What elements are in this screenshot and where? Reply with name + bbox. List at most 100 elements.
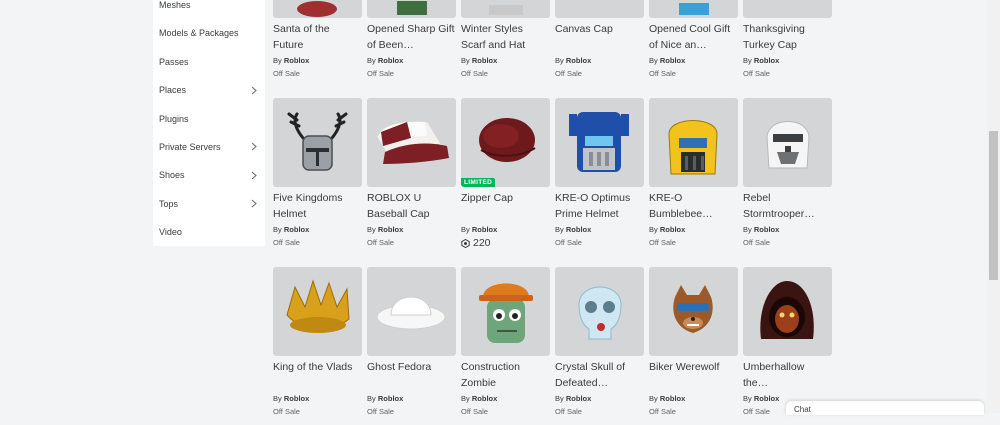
creator-name[interactable]: Roblox <box>378 56 403 65</box>
item-thumbnail[interactable] <box>273 0 362 18</box>
item-name[interactable]: Ghost Fedora <box>367 359 456 391</box>
creator-name[interactable]: Roblox <box>660 225 685 234</box>
item-thumbnail[interactable] <box>649 0 738 18</box>
item-name[interactable]: Biker Werewolf <box>649 359 738 391</box>
item-card[interactable]: Construction Zombie By Roblox Off Sale <box>461 267 550 425</box>
item-card[interactable]: Opened Cool Gift of Nice an… By Roblox O… <box>649 0 738 87</box>
item-creator[interactable]: By Roblox <box>649 224 738 236</box>
item-name[interactable]: Crystal Skull of Defeated… <box>555 359 644 391</box>
creator-name[interactable]: Roblox <box>660 394 685 403</box>
item-thumbnail[interactable] <box>273 98 362 187</box>
item-thumbnail[interactable] <box>555 0 644 18</box>
creator-name[interactable]: Roblox <box>284 56 309 65</box>
item-creator[interactable]: By Roblox <box>461 224 550 236</box>
creator-name[interactable]: Roblox <box>754 56 779 65</box>
item-name[interactable]: Thanksgiving Turkey Cap <box>743 21 832 53</box>
item-thumbnail[interactable] <box>649 267 738 356</box>
creator-name[interactable]: Roblox <box>284 225 309 234</box>
item-creator[interactable]: By Roblox <box>367 55 456 67</box>
sidebar-item-private-servers[interactable]: Private Servers <box>153 133 265 161</box>
item-card[interactable]: Biker Werewolf By Roblox Off Sale <box>649 267 738 425</box>
item-name[interactable]: ROBLOX U Baseball Cap <box>367 190 456 222</box>
item-name[interactable]: Umberhallow the… <box>743 359 832 391</box>
item-card[interactable]: Rebel Stormtrooper… By Roblox Off Sale <box>743 98 832 256</box>
item-creator[interactable]: By Roblox <box>555 393 644 405</box>
page-scrollbar[interactable] <box>987 0 1000 413</box>
sidebar-item-models-packages[interactable]: Models & Packages <box>153 19 265 47</box>
creator-name[interactable]: Roblox <box>378 394 403 403</box>
item-name[interactable]: Rebel Stormtrooper… <box>743 190 832 222</box>
sidebar-item-passes[interactable]: Passes <box>153 48 265 76</box>
creator-name[interactable]: Roblox <box>660 56 685 65</box>
item-creator[interactable]: By Roblox <box>649 393 738 405</box>
item-thumbnail[interactable] <box>367 98 456 187</box>
item-creator[interactable]: By Roblox <box>555 55 644 67</box>
item-card[interactable]: KRE-O Bumblebee… By Roblox Off Sale <box>649 98 738 256</box>
creator-name[interactable]: Roblox <box>472 394 497 403</box>
item-thumbnail[interactable] <box>555 267 644 356</box>
item-creator[interactable]: By Roblox <box>273 224 362 236</box>
item-thumbnail[interactable]: LIMITED <box>461 98 550 187</box>
item-name[interactable]: Winter Styles Scarf and Hat <box>461 21 550 53</box>
creator-name[interactable]: Roblox <box>566 56 591 65</box>
item-card[interactable]: Thanksgiving Turkey Cap By Roblox Off Sa… <box>743 0 832 87</box>
sidebar-item-video[interactable]: Video <box>153 218 265 246</box>
item-creator[interactable]: By Roblox <box>649 55 738 67</box>
item-thumbnail[interactable] <box>461 267 550 356</box>
item-card[interactable]: Winter Styles Scarf and Hat By Roblox Of… <box>461 0 550 87</box>
item-creator[interactable]: By Roblox <box>743 224 832 236</box>
item-name[interactable]: KRE-O Bumblebee… <box>649 190 738 222</box>
item-thumbnail[interactable] <box>649 98 738 187</box>
creator-name[interactable]: Roblox <box>472 225 497 234</box>
sidebar-item-places[interactable]: Places <box>153 76 265 104</box>
item-thumbnail[interactable] <box>743 267 832 356</box>
creator-name[interactable]: Roblox <box>566 394 591 403</box>
item-creator[interactable]: By Roblox <box>461 393 550 405</box>
creator-name[interactable]: Roblox <box>472 56 497 65</box>
item-thumbnail[interactable] <box>367 0 456 18</box>
item-card[interactable]: Santa of the Future By Roblox Off Sale <box>273 0 362 87</box>
sidebar-item-shoes[interactable]: Shoes <box>153 161 265 189</box>
sidebar-item-meshes[interactable]: Meshes <box>153 0 265 19</box>
item-name[interactable]: Opened Sharp Gift of Been… <box>367 21 456 53</box>
item-card[interactable]: Canvas Cap By Roblox Off Sale <box>555 0 644 87</box>
item-creator[interactable]: By Roblox <box>743 55 832 67</box>
item-card[interactable]: Five Kingdoms Helmet By Roblox Off Sale <box>273 98 362 256</box>
gift-image <box>397 1 427 15</box>
creator-name[interactable]: Roblox <box>754 394 779 403</box>
item-name[interactable]: King of the Vlads <box>273 359 362 391</box>
item-creator[interactable]: By Roblox <box>273 393 362 405</box>
item-thumbnail[interactable] <box>743 98 832 187</box>
sidebar-item-tops[interactable]: Tops <box>153 190 265 218</box>
sidebar-item-plugins[interactable]: Plugins <box>153 105 265 133</box>
creator-name[interactable]: Roblox <box>754 225 779 234</box>
item-card[interactable]: LIMITED Zipper Cap By Roblox 220 <box>461 98 550 256</box>
item-thumbnail[interactable] <box>273 267 362 356</box>
item-card[interactable]: KRE-O Optimus Prime Helmet By Roblox Off… <box>555 98 644 256</box>
creator-name[interactable]: Roblox <box>284 394 309 403</box>
item-thumbnail[interactable] <box>555 98 644 187</box>
item-thumbnail[interactable] <box>461 0 550 18</box>
item-creator[interactable]: By Roblox <box>273 55 362 67</box>
item-name[interactable]: Santa of the Future <box>273 21 362 53</box>
item-creator[interactable]: By Roblox <box>367 393 456 405</box>
item-card[interactable]: Ghost Fedora By Roblox Off Sale <box>367 267 456 425</box>
creator-name[interactable]: Roblox <box>566 225 591 234</box>
item-creator[interactable]: By Roblox <box>367 224 456 236</box>
item-name[interactable]: Five Kingdoms Helmet <box>273 190 362 222</box>
item-name[interactable]: Zipper Cap <box>461 190 550 222</box>
item-name[interactable]: KRE-O Optimus Prime Helmet <box>555 190 644 222</box>
item-name[interactable]: Construction Zombie <box>461 359 550 391</box>
item-card[interactable]: King of the Vlads By Roblox Off Sale <box>273 267 362 425</box>
item-creator[interactable]: By Roblox <box>555 224 644 236</box>
item-creator[interactable]: By Roblox <box>461 55 550 67</box>
item-name[interactable]: Opened Cool Gift of Nice an… <box>649 21 738 53</box>
creator-name[interactable]: Roblox <box>378 225 403 234</box>
item-card[interactable]: Opened Sharp Gift of Been… By Roblox Off… <box>367 0 456 87</box>
item-thumbnail[interactable] <box>743 0 832 18</box>
item-card[interactable]: ROBLOX U Baseball Cap By Roblox Off Sale <box>367 98 456 256</box>
scrollbar-thumb[interactable] <box>989 131 998 280</box>
item-name[interactable]: Canvas Cap <box>555 21 644 53</box>
item-thumbnail[interactable] <box>367 267 456 356</box>
item-card[interactable]: Crystal Skull of Defeated… By Roblox Off… <box>555 267 644 425</box>
